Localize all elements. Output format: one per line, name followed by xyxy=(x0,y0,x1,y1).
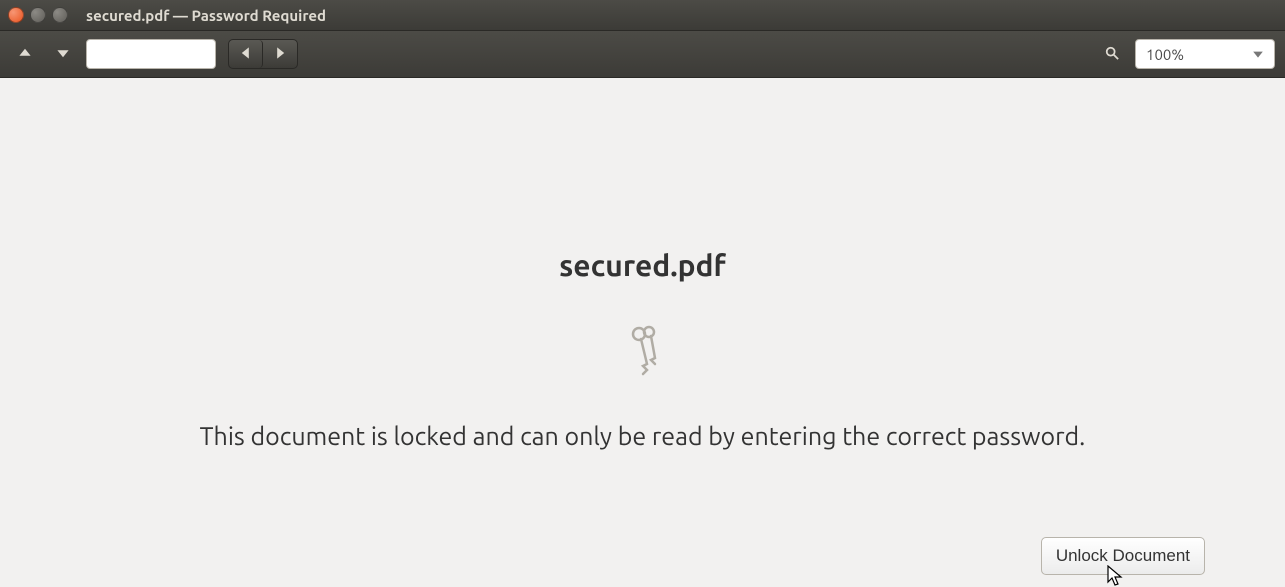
toolbar: 100% xyxy=(0,30,1285,78)
close-icon[interactable] xyxy=(8,7,24,23)
titlebar: secured.pdf — Password Required xyxy=(0,0,1285,30)
document-title: secured.pdf xyxy=(559,248,726,282)
history-forward-button[interactable] xyxy=(263,40,297,68)
chevron-down-icon xyxy=(1252,46,1264,63)
history-nav xyxy=(228,39,298,69)
chevron-right-icon xyxy=(273,46,287,63)
lock-message: This document is locked and can only be … xyxy=(160,422,1126,450)
unlock-document-button[interactable]: Unlock Document xyxy=(1041,537,1205,575)
window-controls xyxy=(8,7,68,23)
page-input[interactable] xyxy=(86,39,216,69)
history-back-button[interactable] xyxy=(229,40,263,68)
window-title: secured.pdf — Password Required xyxy=(86,7,326,24)
content-area: secured.pdf This document is locked and … xyxy=(0,78,1285,585)
search-icon xyxy=(1105,46,1119,63)
next-page-button[interactable] xyxy=(48,39,78,69)
zoom-value: 100% xyxy=(1146,46,1184,63)
minimize-icon[interactable] xyxy=(30,7,46,23)
keys-icon xyxy=(619,322,667,382)
chevron-up-icon xyxy=(18,46,32,63)
maximize-icon[interactable] xyxy=(52,7,68,23)
prev-page-button[interactable] xyxy=(10,39,40,69)
chevron-left-icon xyxy=(239,46,253,63)
zoom-select[interactable]: 100% xyxy=(1135,39,1275,69)
chevron-down-icon xyxy=(56,46,70,63)
search-button[interactable] xyxy=(1097,39,1127,69)
